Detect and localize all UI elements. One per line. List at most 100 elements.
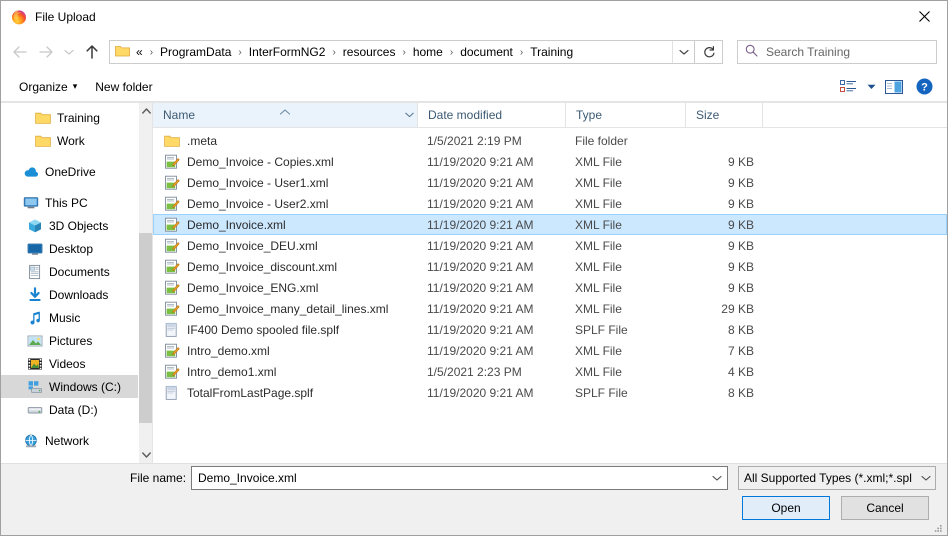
sidebar-item-pictures[interactable]: Pictures [1, 329, 138, 352]
table-row[interactable]: Demo_Invoice - User2.xml 11/19/2020 9:21 … [153, 193, 947, 214]
sidebar-item-this-pc[interactable]: This PC [1, 191, 138, 214]
sort-ascending-icon [279, 104, 291, 118]
table-row[interactable]: Demo_Invoice_DEU.xml 11/19/2020 9:21 AM XM… [153, 235, 947, 256]
file-size-cell: 9 KB [727, 238, 754, 253]
breadcrumb-item-training[interactable]: Training [528, 45, 575, 59]
column-header-filler [763, 103, 947, 127]
file-type-cell: XML File [575, 217, 622, 232]
file-name-input[interactable]: Demo_Invoice.xml [191, 466, 728, 490]
xml-file-icon [164, 259, 180, 275]
recent-locations-chevron-down-icon[interactable] [59, 39, 79, 65]
sidebar-item-label: Data (D:) [49, 402, 98, 417]
breadcrumb[interactable]: « › ProgramData › InterFormNG2 › resourc… [109, 40, 695, 64]
table-row[interactable]: Demo_Invoice_many_detail_lines.xml 11/19/… [153, 298, 947, 319]
sidebar-item-training[interactable]: Training [1, 106, 138, 129]
column-header-chevron-down-icon[interactable] [401, 103, 417, 127]
sidebar-scroll-thumb[interactable] [139, 233, 152, 423]
table-row[interactable]: Demo_Invoice_discount.xml 11/19/2020 9:21… [153, 256, 947, 277]
file-name-chevron-down-icon[interactable] [707, 475, 727, 482]
search-input[interactable]: Search Training [737, 40, 937, 64]
file-date-cell: 11/19/2020 9:21 AM [427, 259, 534, 274]
search-icon [745, 44, 758, 60]
sidebar-item-onedrive[interactable]: OneDrive [1, 160, 138, 183]
table-row[interactable]: Demo_Invoice - User1.xml 11/19/2020 9:21 … [153, 172, 947, 193]
file-name-cell: Demo_Invoice - User2.xml [154, 196, 417, 212]
column-header-size[interactable]: Size [686, 103, 763, 127]
close-button[interactable] [901, 1, 947, 31]
xml-file-icon [164, 301, 180, 317]
sidebar-item-music[interactable]: Music [1, 306, 138, 329]
sidebar-item-label: Music [49, 310, 81, 325]
file-name-cell: Demo_Invoice_ENG.xml [154, 280, 417, 296]
file-size-cell: 9 KB [727, 217, 754, 232]
file-name-cell: Demo_Invoice - Copies.xml [154, 154, 417, 170]
table-row[interactable]: TotalFromLastPage.splf 11/19/2020 9:21 AM… [153, 382, 947, 403]
xml-file-icon [164, 238, 180, 254]
breadcrumb-item-resources[interactable]: resources [341, 45, 398, 59]
table-row[interactable]: Intro_demo1.xml 1/5/2021 2:23 PM XML File 4… [153, 361, 947, 382]
sidebar-item-work[interactable]: Work [1, 129, 138, 152]
thispc-icon [23, 195, 39, 211]
table-row[interactable]: Demo_Invoice - Copies.xml 11/19/2020 9:21… [153, 151, 947, 172]
column-header-name[interactable]: Name [153, 103, 418, 127]
file-type-cell: File folder [575, 133, 628, 148]
sidebar-item-downloads[interactable]: Downloads [1, 283, 138, 306]
table-row[interactable]: Intro_demo.xml 11/19/2020 9:21 AM XML File… [153, 340, 947, 361]
sidebar-item-windows-c[interactable]: Windows (C:) [1, 375, 138, 398]
breadcrumb-chevron-down-icon[interactable] [672, 41, 694, 63]
sidebar-item-documents[interactable]: Documents [1, 260, 138, 283]
table-row[interactable]: Demo_Invoice.xml 11/19/2020 9:21 AM XML Fi… [153, 214, 947, 235]
network-icon [23, 433, 39, 449]
view-layout-icon[interactable] [833, 76, 863, 98]
column-header-date-modified[interactable]: Date modified [418, 103, 566, 127]
file-name-text: Demo_Invoice_DEU.xml [187, 238, 318, 253]
table-row[interactable]: IF400 Demo spooled file.splf 11/19/2020 9… [153, 319, 947, 340]
file-type-chevron-down-icon[interactable] [917, 475, 935, 482]
file-name-text: Intro_demo.xml [187, 343, 270, 358]
new-folder-button[interactable]: New folder [89, 77, 158, 97]
file-type-filter-dropdown[interactable]: All Supported Types (*.xml;*.spl [738, 466, 936, 490]
sidebar-item-network[interactable]: Network [1, 429, 138, 452]
scroll-up-icon[interactable] [139, 103, 152, 119]
file-type-filter-value: All Supported Types (*.xml;*.spl [744, 471, 912, 485]
breadcrumb-item-home[interactable]: home [411, 45, 445, 59]
file-name-label: File name: [130, 471, 187, 485]
table-row[interactable]: Demo_Invoice_ENG.xml 11/19/2020 9:21 AM XM… [153, 277, 947, 298]
dialog-body: Training Work OneDrive This PC 3D Objects Des… [1, 102, 947, 463]
file-size-cell: 4 KB [727, 364, 754, 379]
forward-icon[interactable] [33, 39, 59, 65]
open-button[interactable]: Open [742, 496, 830, 520]
breadcrumb-item-programdata[interactable]: ProgramData [158, 45, 233, 59]
file-size-cell: 9 KB [727, 280, 754, 295]
chevron-down-icon: ▾ [72, 81, 78, 91]
cancel-button[interactable]: Cancel [841, 496, 929, 520]
file-type-cell: SPLF File [575, 385, 628, 400]
file-name-cell: Intro_demo.xml [154, 343, 417, 359]
file-name-text: Demo_Invoice_many_detail_lines.xml [187, 301, 389, 316]
breadcrumb-item-interformng2[interactable]: InterFormNG2 [247, 45, 328, 59]
resize-grip-icon[interactable] [933, 522, 943, 532]
cancel-label: Cancel [866, 501, 904, 515]
table-row[interactable]: .meta 1/5/2021 2:19 PM File folder [153, 130, 947, 151]
file-type-cell: XML File [575, 280, 622, 295]
file-name-text: Demo_Invoice_discount.xml [187, 259, 338, 274]
back-icon[interactable] [7, 39, 33, 65]
sidebar-item-3d-objects[interactable]: 3D Objects [1, 214, 138, 237]
breadcrumb-item-document[interactable]: document [458, 45, 515, 59]
preview-pane-icon[interactable] [879, 76, 909, 98]
sidebar-item-videos[interactable]: Videos [1, 352, 138, 375]
column-header-type[interactable]: Type [566, 103, 686, 127]
sidebar-scrollbar[interactable] [138, 103, 152, 463]
help-icon[interactable]: ? [909, 76, 939, 98]
view-layout-chevron-down-icon[interactable] [863, 76, 879, 98]
scroll-down-icon[interactable] [139, 447, 152, 463]
sidebar-item-label: Documents [49, 264, 110, 279]
up-icon[interactable] [79, 39, 105, 65]
sidebar-item-data-d[interactable]: Data (D:) [1, 398, 138, 421]
file-size-cell: 29 KB [721, 301, 754, 316]
sidebar-item-desktop[interactable]: Desktop [1, 237, 138, 260]
refresh-icon[interactable] [695, 40, 723, 64]
sidebar-item-label: This PC [45, 195, 88, 210]
organize-button[interactable]: Organize ▾ [13, 77, 83, 97]
breadcrumb-prefix[interactable]: « [134, 45, 145, 59]
